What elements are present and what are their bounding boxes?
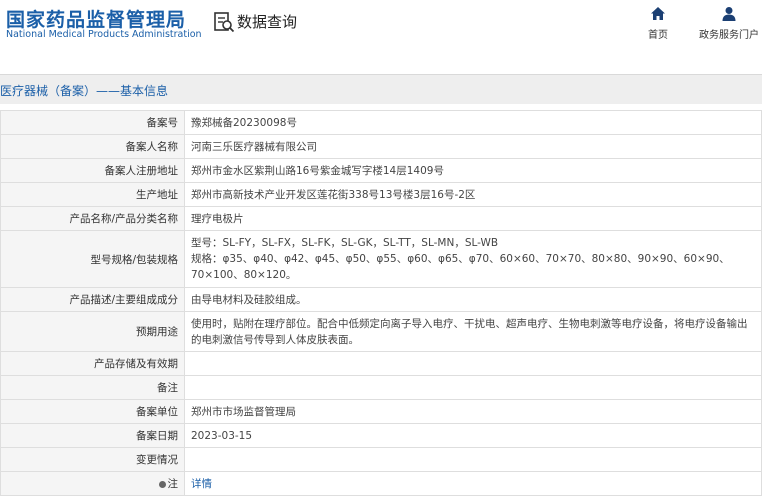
row-label: 备案号 [0,110,185,135]
table-row: 备案号 豫郑械备20230098号 [0,110,762,135]
model-line: 型号：SL-FY，SL-FX，SL-FK，SL-GK，SL-TT，SL-MN，S… [191,237,499,249]
row-label: 型号规格/包装规格 [0,230,185,288]
row-value: 详情 [184,471,762,496]
row-value: 由导电材料及硅胶组成。 [184,287,762,312]
row-label: 备注 [0,375,185,400]
table-row: 备案人注册地址 郑州市金水区紫荆山路16号紫金城写字楼14层1409号 [0,158,762,183]
search-document-icon [214,12,235,33]
table-row: 产品存储及有效期 [0,351,762,376]
page-title: 数据查询 [237,13,298,31]
info-icon [158,480,166,488]
page-header: 国家药品监督管理局 National Medical Products Admi… [0,0,762,62]
nav-home-label: 首页 [648,30,668,41]
table-row: 变更情况 [0,447,762,472]
agency-logo-en[interactable]: National Medical Products Administration [6,29,202,40]
row-value: 豫郑械备20230098号 [184,110,762,135]
section-header: 医疗器械（备案）——基本信息 [0,74,762,104]
row-value: 郑州市金水区紫荆山路16号紫金城写字楼14层1409号 [184,158,762,183]
table-row: 生产地址 郑州市高新技术产业开发区莲花街338号13号楼3层16号-2区 [0,182,762,207]
row-value: 理疗电极片 [184,206,762,231]
table-row: 备案日期 2023-03-15 [0,423,762,448]
home-icon [651,7,665,20]
spec-line: 规格：φ35、φ40、φ42、φ45、φ50、φ55、φ60、φ65、φ70、6… [191,253,730,281]
agency-logo-cn[interactable]: 国家药品监督管理局 [6,5,186,32]
row-label: 生产地址 [0,182,185,207]
details-link[interactable]: 详情 [191,478,212,490]
row-label: 备案人名称 [0,134,185,159]
table-row: 产品描述/主要组成成分 由导电材料及硅胶组成。 [0,287,762,312]
table-row: 注 详情 [0,471,762,496]
row-label: 产品描述/主要组成成分 [0,287,185,312]
row-label: 产品名称/产品分类名称 [0,206,185,231]
row-label: 备案人注册地址 [0,158,185,183]
row-label: 备案单位 [0,399,185,424]
table-row: 型号规格/包装规格 型号：SL-FY，SL-FX，SL-FK，SL-GK，SL-… [0,230,762,288]
user-icon [722,7,736,21]
record-info-table: 备案号 豫郑械备20230098号 备案人名称 河南三乐医疗器械有限公司 备案人… [0,110,762,496]
row-value: 使用时，贴附在理疗部位。配合中低频定向离子导入电疗、干扰电、超声电疗、生物电刺激… [184,311,762,352]
row-value [184,447,762,472]
nav-service-portal-link[interactable]: 政务服务门户 [697,6,761,41]
row-value: 河南三乐医疗器械有限公司 [184,134,762,159]
section-title: 医疗器械（备案）——基本信息 [0,84,169,98]
row-label: 变更情况 [0,447,185,472]
row-label: 产品存储及有效期 [0,351,185,376]
row-value [184,351,762,376]
row-value [184,375,762,400]
table-row: 产品名称/产品分类名称 理疗电极片 [0,206,762,231]
row-label: 注 [0,471,185,496]
table-row: 备注 [0,375,762,400]
row-value: 郑州市高新技术产业开发区莲花街338号13号楼3层16号-2区 [184,182,762,207]
row-value: 郑州市市场监督管理局 [184,399,762,424]
row-value: 型号：SL-FY，SL-FX，SL-FK，SL-GK，SL-TT，SL-MN，S… [184,230,762,288]
nav-home-link[interactable]: 首页 [644,6,672,41]
note-label: 注 [167,478,179,490]
row-label: 备案日期 [0,423,185,448]
row-label: 预期用途 [0,311,185,352]
table-row: 备案人名称 河南三乐医疗器械有限公司 [0,134,762,159]
table-row: 预期用途 使用时，贴附在理疗部位。配合中低频定向离子导入电疗、干扰电、超声电疗、… [0,311,762,352]
table-row: 备案单位 郑州市市场监督管理局 [0,399,762,424]
nav-service-portal-label: 政务服务门户 [699,30,759,41]
row-value: 2023-03-15 [184,423,762,448]
